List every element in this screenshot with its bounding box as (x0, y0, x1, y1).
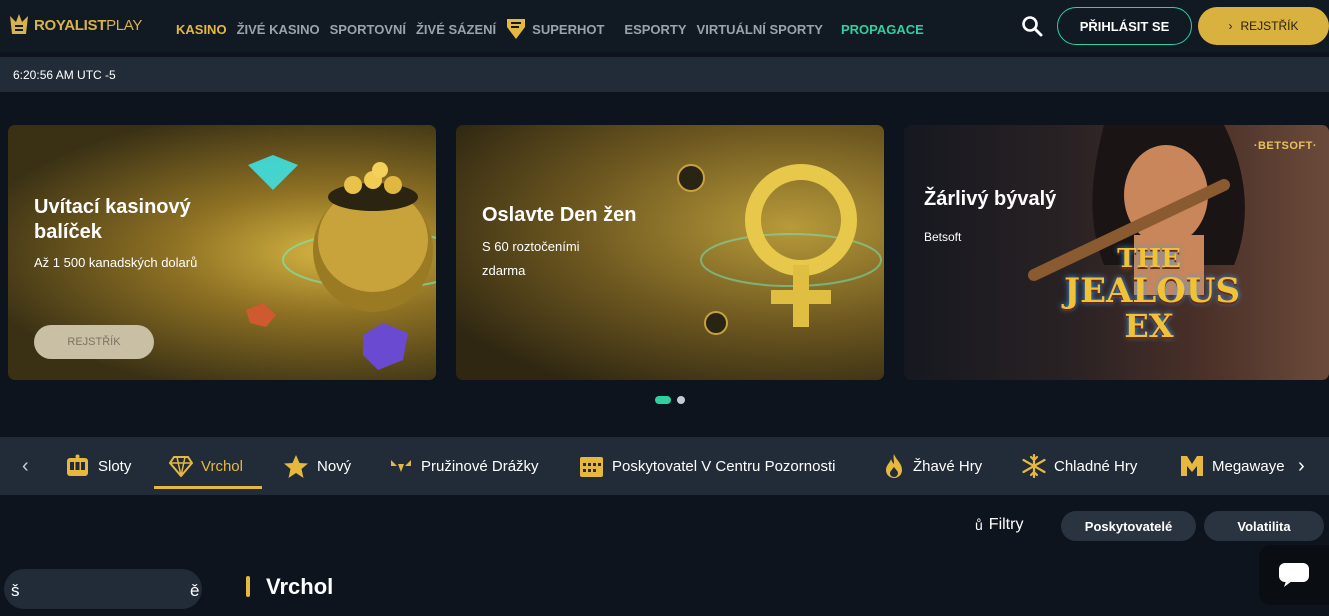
calendar-icon (580, 457, 603, 477)
category-sloty[interactable]: Sloty (65, 437, 131, 495)
brand-logo[interactable]: ROYALISTPLAY (8, 11, 142, 39)
nav-esports[interactable]: ESPORTY (624, 22, 686, 37)
banner-title: Uvítací kasinový balíček (34, 196, 191, 243)
nav-promotions[interactable]: PROPAGACE (841, 22, 924, 37)
section-accent-bar (246, 576, 250, 597)
category-pruzinove-drazky[interactable]: Pružinové Drážky (389, 437, 539, 495)
category-hot-games[interactable]: Žhavé Hry (883, 437, 982, 495)
chevron-right-icon: › (1228, 19, 1233, 33)
chevron-right-icon[interactable]: › (1298, 455, 1305, 478)
banner-womens-day[interactable]: Oslavte Den žen S 60 roztočeními zdarma (456, 125, 884, 380)
carousel-dot-2[interactable] (677, 396, 685, 404)
category-label: Žhavé Hry (913, 457, 983, 475)
provider-badge: ·BETSOFT· (1253, 140, 1317, 152)
register-button[interactable]: › REJSTŘÍK (1198, 7, 1329, 45)
category-label: Chladné Hry (1054, 457, 1138, 475)
filters-toggle[interactable]: ů Filtry (975, 516, 1023, 534)
active-category-underline (154, 486, 262, 489)
category-label: Poskytovatel V Centru Pozornosti (612, 457, 836, 475)
brand-name-light: PLAY (106, 16, 143, 34)
clock-bar: 6:20:56 AM UTC -5 (0, 57, 1329, 92)
category-label: Sloty (98, 457, 132, 475)
chat-bubble-icon (1279, 563, 1309, 587)
category-label: Nový (317, 457, 352, 475)
chevron-left-icon[interactable]: ‹ (22, 455, 29, 478)
nav-virtual-sports[interactable]: VIRTUÁLNÍ SPORTY (697, 22, 823, 37)
category-cold-games[interactable]: Chladné Hry (1022, 437, 1137, 495)
diamond-icon (169, 456, 193, 477)
banner-subtitle: Až 1 500 kanadských dolarů (34, 255, 198, 270)
filter-icon: ů (975, 517, 983, 533)
banner-register-button[interactable]: REJSTŘÍK (34, 325, 154, 359)
category-label: Megawaye (1212, 457, 1285, 475)
section-title: Vrchol (266, 574, 334, 599)
register-button-label: REJSTŘÍK (1240, 19, 1299, 33)
search-input-left-glyph: š (11, 581, 20, 600)
banner-title: Žárlivý bývalý (924, 188, 1057, 210)
game-search-input[interactable]: š ě (4, 569, 202, 609)
filters-label: Filtry (988, 516, 1024, 533)
carousel-dot-1[interactable] (655, 396, 671, 404)
search-input-right-glyph: ě (190, 581, 200, 600)
category-megaways[interactable]: Megawaye (1180, 437, 1285, 495)
banner-subtitle: S 60 roztočeními zdarma (482, 239, 580, 278)
nav-kasino[interactable]: KASINO (176, 22, 227, 37)
search-icon[interactable] (1020, 14, 1044, 38)
category-featured-provider[interactable]: Poskytovatel V Centru Pozornosti (579, 437, 835, 495)
nav-live-betting[interactable]: ŽIVÉ SÁZENÍ (416, 22, 496, 37)
slot-machine-icon (67, 454, 88, 476)
star-icon (284, 454, 308, 478)
category-novy[interactable]: Nový (283, 437, 351, 495)
current-time: 6:20:56 AM UTC -5 (13, 68, 116, 82)
banner-jealous-ex-game[interactable]: ·BETSOFT· Žárlivý bývalý Betsoft THE JEA… (904, 125, 1329, 380)
banner-subtitle: Betsoft (924, 230, 962, 244)
category-label: Vrchol (201, 457, 243, 475)
banner-welcome-package[interactable]: Uvítací kasinový balíček Až 1 500 kanads… (8, 125, 436, 380)
volatility-filter-button[interactable]: Volatilita (1204, 511, 1324, 541)
superhot-logo-icon (507, 19, 526, 39)
carousel-pagination (655, 396, 691, 404)
megaways-icon (1181, 456, 1203, 476)
brand-name-bold: ROYALIST (34, 16, 107, 34)
game-logo-art: THE JEALOUS EX (1064, 244, 1241, 345)
nav-superhot-label: SUPERHOT (532, 21, 605, 37)
chat-support-button[interactable] (1259, 545, 1329, 605)
flame-icon (886, 454, 902, 478)
top-navigation-bar: ROYALISTPLAY KASINO ŽIVÉ KASINO SPORTOVN… (0, 0, 1329, 52)
snowflake-icon (1022, 454, 1046, 478)
login-button[interactable]: PŘIHLÁSIT SE (1057, 7, 1192, 45)
nav-superhot[interactable]: SUPERHOT (506, 18, 614, 40)
main-nav: KASINO ŽIVÉ KASINO SPORTOVNÍ ŽIVÉ SÁZENÍ… (176, 18, 934, 40)
providers-filter-button[interactable]: Poskytovatelé (1061, 511, 1196, 541)
nav-live-casino[interactable]: ŽIVÉ KASINO (237, 22, 320, 37)
spring-icon (391, 460, 411, 472)
banner-title: Oslavte Den žen (482, 204, 637, 226)
crown-logo-icon (10, 14, 28, 34)
nav-sports[interactable]: SPORTOVNÍ (330, 22, 406, 37)
category-label: Pružinové Drážky (421, 457, 539, 475)
